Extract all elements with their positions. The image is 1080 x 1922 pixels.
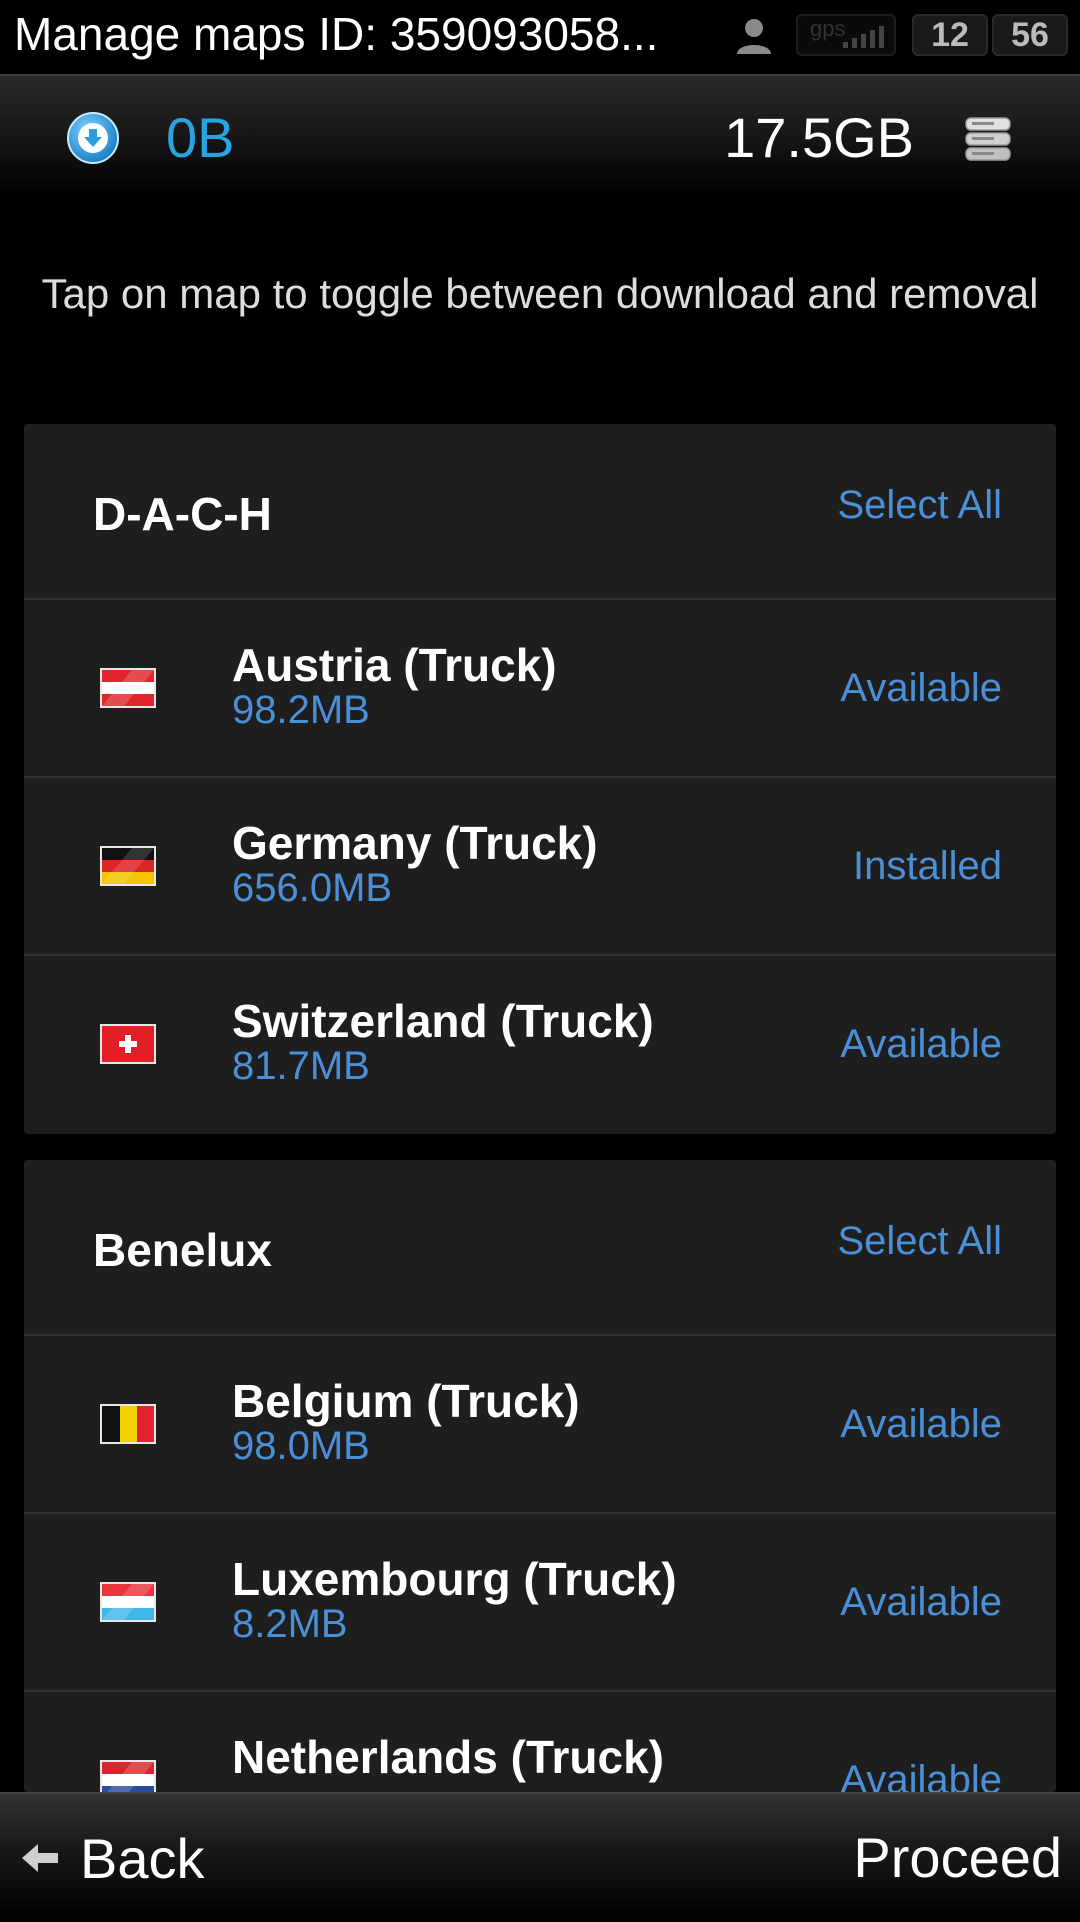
- map-size: 656.0MB: [232, 866, 393, 910]
- clock-minute: 56: [992, 14, 1068, 56]
- proceed-button[interactable]: Proceed: [853, 1820, 1062, 1896]
- map-name: Austria (Truck): [232, 639, 557, 691]
- region-card-benelux: Benelux Select All Belgium (Truck) 98.0M…: [24, 1160, 1056, 1792]
- clock-hour: 12: [912, 14, 988, 56]
- map-status: Available: [840, 666, 1002, 710]
- download-size: 0B: [166, 106, 235, 169]
- map-status: Available: [840, 1758, 1002, 1792]
- select-all-button[interactable]: Select All: [837, 1216, 1002, 1266]
- instruction-text: Tap on map to toggle between download an…: [41, 270, 1039, 317]
- switzerland-flag-icon: [100, 1024, 156, 1064]
- map-name: Switzerland (Truck): [232, 995, 654, 1047]
- gps-label: gps: [810, 16, 846, 41]
- storage-header: 0B 17.5GB: [0, 74, 1080, 198]
- status-bar: Manage maps ID: 359093058... gps 12 56: [0, 0, 1080, 70]
- map-size: 98.0MB: [232, 1424, 370, 1468]
- map-status: Available: [840, 1580, 1002, 1624]
- map-row-germany[interactable]: Germany (Truck) 656.0MB Installed: [24, 778, 1056, 956]
- region-card-dach: D-A-C-H Select All Austria (Truck) 98.2M…: [24, 424, 1056, 1134]
- map-size: 81.7MB: [232, 1044, 370, 1088]
- luxembourg-flag-icon: [100, 1582, 156, 1622]
- map-status: Available: [840, 1402, 1002, 1446]
- user-icon: [737, 19, 771, 54]
- map-size: 98.2MB: [232, 688, 370, 732]
- status-title: Manage maps ID: 359093058...: [14, 8, 659, 60]
- map-name: Netherlands (Truck): [232, 1731, 664, 1783]
- region-header: Benelux Select All: [24, 1160, 1056, 1336]
- netherlands-flag-icon: [100, 1760, 156, 1792]
- map-name: Germany (Truck): [232, 817, 598, 869]
- bottom-navigation-bar: Back Proceed: [0, 1792, 1080, 1922]
- back-label: Back: [80, 1826, 205, 1890]
- region-title: Benelux: [93, 1224, 272, 1276]
- map-status: Installed: [853, 844, 1002, 888]
- map-row-netherlands[interactable]: Netherlands (Truck) Available: [24, 1692, 1056, 1792]
- download-icon: [67, 112, 119, 164]
- region-title: D-A-C-H: [93, 488, 272, 540]
- storage-icon: [965, 117, 1011, 161]
- gps-signal-indicator: gps: [796, 14, 896, 56]
- map-status: Available: [840, 1022, 1002, 1066]
- map-row-luxembourg[interactable]: Luxembourg (Truck) 8.2MB Available: [24, 1514, 1056, 1692]
- belgium-flag-icon: [100, 1404, 156, 1444]
- map-row-austria[interactable]: Austria (Truck) 98.2MB Available: [24, 600, 1056, 778]
- select-all-button[interactable]: Select All: [837, 480, 1002, 530]
- austria-flag-icon: [100, 668, 156, 708]
- back-arrow-icon: [22, 1844, 58, 1872]
- free-storage-size: 17.5GB: [724, 106, 914, 169]
- back-button[interactable]: Back: [18, 1820, 205, 1896]
- map-name: Luxembourg (Truck): [232, 1553, 677, 1605]
- signal-bars-icon: [843, 26, 884, 48]
- map-row-belgium[interactable]: Belgium (Truck) 98.0MB Available: [24, 1336, 1056, 1514]
- map-name: Belgium (Truck): [232, 1375, 580, 1427]
- region-header: D-A-C-H Select All: [24, 424, 1056, 600]
- germany-flag-icon: [100, 846, 156, 886]
- map-size: 8.2MB: [232, 1602, 348, 1646]
- map-row-switzerland[interactable]: Switzerland (Truck) 81.7MB Available: [24, 956, 1056, 1134]
